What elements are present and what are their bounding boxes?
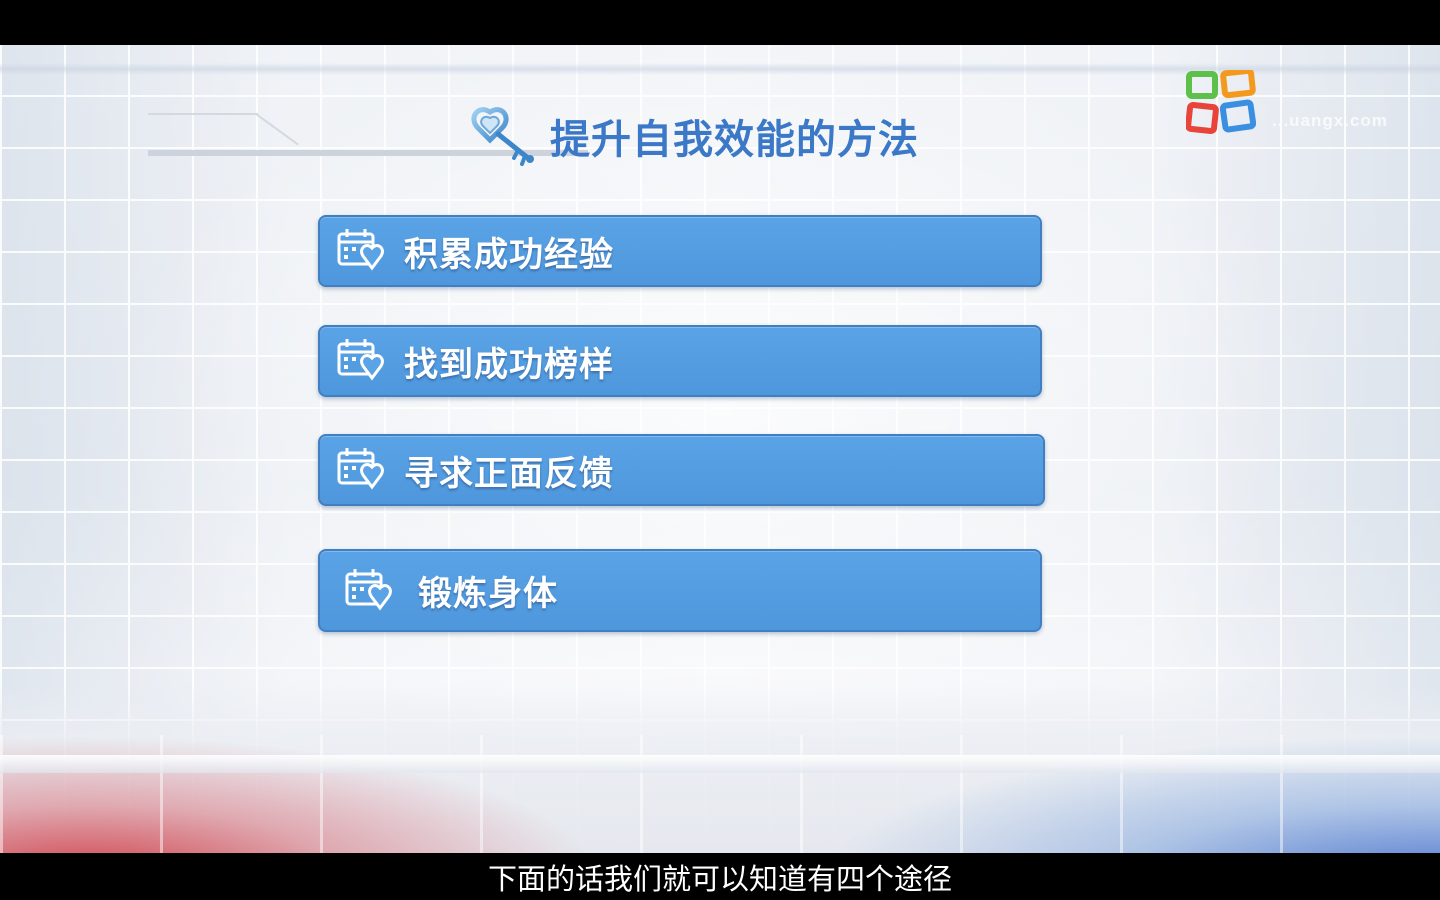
method-item-positive-feedback: 寻求正面反馈: [318, 434, 1045, 506]
method-item-role-model: 找到成功榜样: [318, 325, 1042, 397]
method-item-success-experience: 积累成功经验: [318, 215, 1042, 287]
slide-title: 提升自我效能的方法: [550, 117, 919, 163]
video-subtitle: 下面的话我们就可以知道有四个途径: [487, 861, 952, 896]
logo-watermark: ...uangx.com: [1272, 111, 1388, 130]
floor-lines: [0, 735, 1440, 853]
calendar-heart-icon: [345, 568, 392, 610]
method-item-exercise: 锻炼身体: [318, 549, 1042, 632]
logo-icon: [1186, 70, 1256, 134]
letterbox-top: [0, 0, 1440, 45]
calendar-heart-icon: [337, 339, 384, 381]
slide-header: 提升自我效能的方法: [470, 100, 919, 172]
calendar-heart-icon: [337, 229, 384, 271]
method-item-label: 锻炼身体: [418, 574, 558, 614]
floor-band: [0, 755, 1440, 773]
calendar-heart-icon: [337, 448, 384, 490]
method-item-label: 积累成功经验: [404, 234, 614, 275]
decor-line: [148, 113, 258, 115]
video-frame: ...uangx.com 提升自我效能的方法 积累成功经验 找到成功榜样 寻求正…: [0, 45, 1440, 853]
method-item-label: 找到成功榜样: [404, 344, 614, 385]
key-icon: [471, 107, 534, 166]
method-item-label: 寻求正面反馈: [404, 453, 614, 494]
